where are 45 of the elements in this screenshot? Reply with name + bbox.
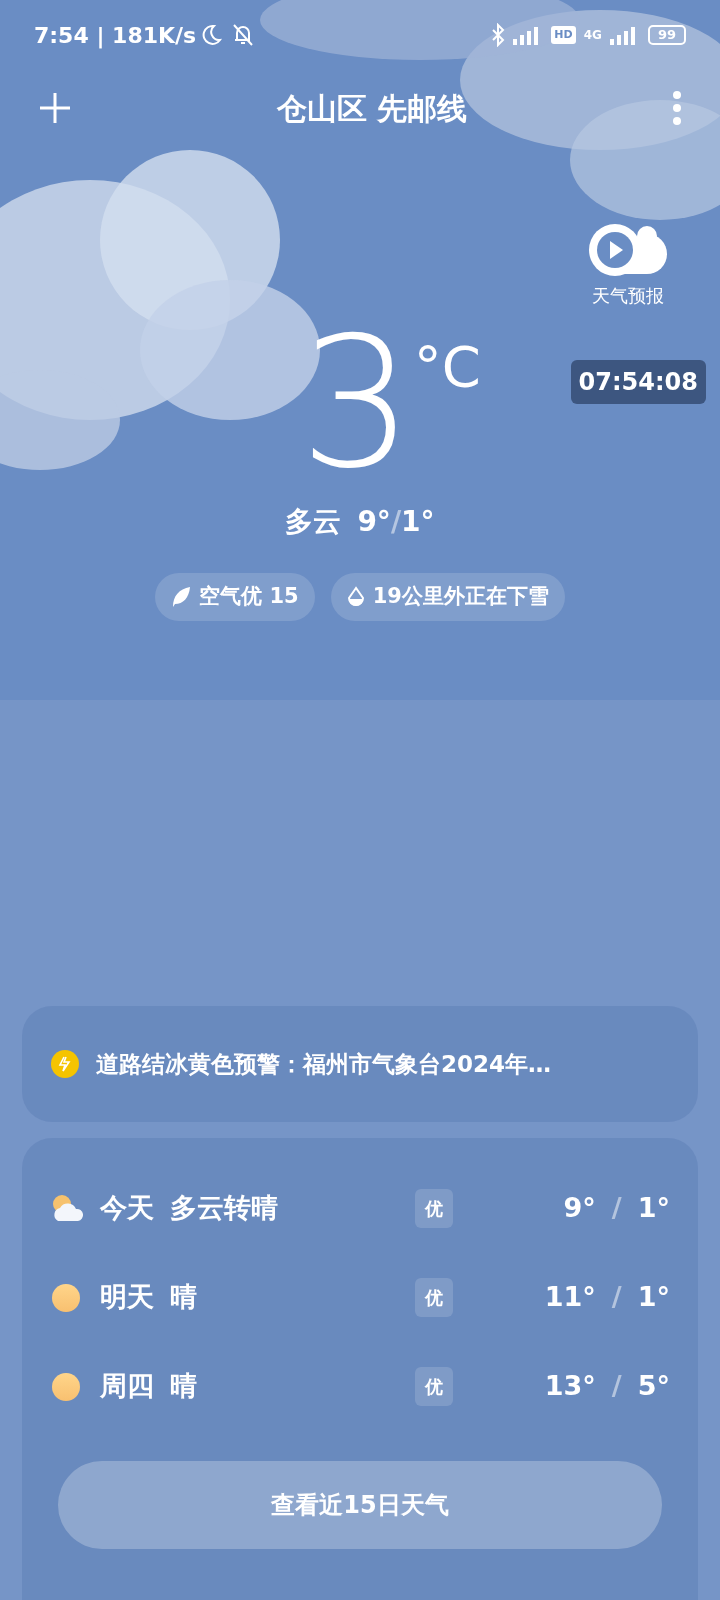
condition-text: 晴 <box>170 1369 197 1404</box>
leaf-icon <box>171 585 192 608</box>
sun-icon <box>50 1281 82 1314</box>
condition-text: 晴 <box>170 1280 197 1315</box>
high-temperature: 9° <box>357 504 391 540</box>
bluetooth-icon <box>491 23 506 47</box>
high-temperature: 9° <box>563 1191 596 1226</box>
temperature-unit: °C <box>413 333 481 401</box>
current-temperature: 3 <box>299 313 414 493</box>
sun-icon <box>50 1370 82 1403</box>
alert-card[interactable]: 道路结冰黄色预警：福州市气象台2024年… <box>22 1006 698 1122</box>
location-title: 仓山区 先邮线 <box>276 89 468 128</box>
separator: / <box>611 1369 622 1404</box>
separator: / <box>611 1280 622 1315</box>
low-temperature: 5° <box>637 1369 670 1404</box>
day-label: 今天 <box>100 1191 154 1226</box>
high-temperature: 11° <box>544 1280 596 1315</box>
aqi-tag: 优 <box>415 1367 453 1406</box>
info-chip[interactable]: 空气优 15 <box>155 573 315 621</box>
condition-text: 多云 <box>285 504 342 540</box>
separator: / <box>390 504 402 540</box>
high-temperature: 13° <box>544 1369 596 1404</box>
chip-text: 空气优 15 <box>199 583 299 610</box>
status-time: 7:54 | 181K/s <box>34 21 197 51</box>
day-label: 明天 <box>100 1280 154 1315</box>
aqi-tag: 优 <box>415 1189 453 1228</box>
add-icon[interactable] <box>38 91 72 125</box>
info-chip[interactable]: 19公里外正在下雪 <box>330 573 565 621</box>
aqi-tag: 优 <box>415 1278 453 1317</box>
condition-text: 多云转晴 <box>170 1191 278 1226</box>
fifteen-day-button[interactable]: 查看近15日天气 <box>58 1461 662 1549</box>
battery-level: 99 <box>647 25 686 45</box>
more-icon[interactable] <box>672 91 682 125</box>
moon-icon <box>200 24 223 46</box>
day-label: 周四 <box>100 1369 154 1404</box>
recording-timer: 07:54:08 <box>570 360 706 404</box>
video-forecast-label[interactable]: 天气预报 <box>592 282 664 309</box>
low-temperature: 1° <box>401 504 435 540</box>
alert-text: 道路结冰黄色预警：福州市气象台2024年… <box>96 1049 551 1079</box>
low-temperature: 1° <box>637 1280 670 1315</box>
chip-text: 19公里外正在下雪 <box>372 583 549 610</box>
separator: / <box>611 1191 622 1226</box>
low-temperature: 1° <box>637 1191 670 1226</box>
drop-icon <box>346 585 365 608</box>
network-label: 4G <box>583 27 602 44</box>
